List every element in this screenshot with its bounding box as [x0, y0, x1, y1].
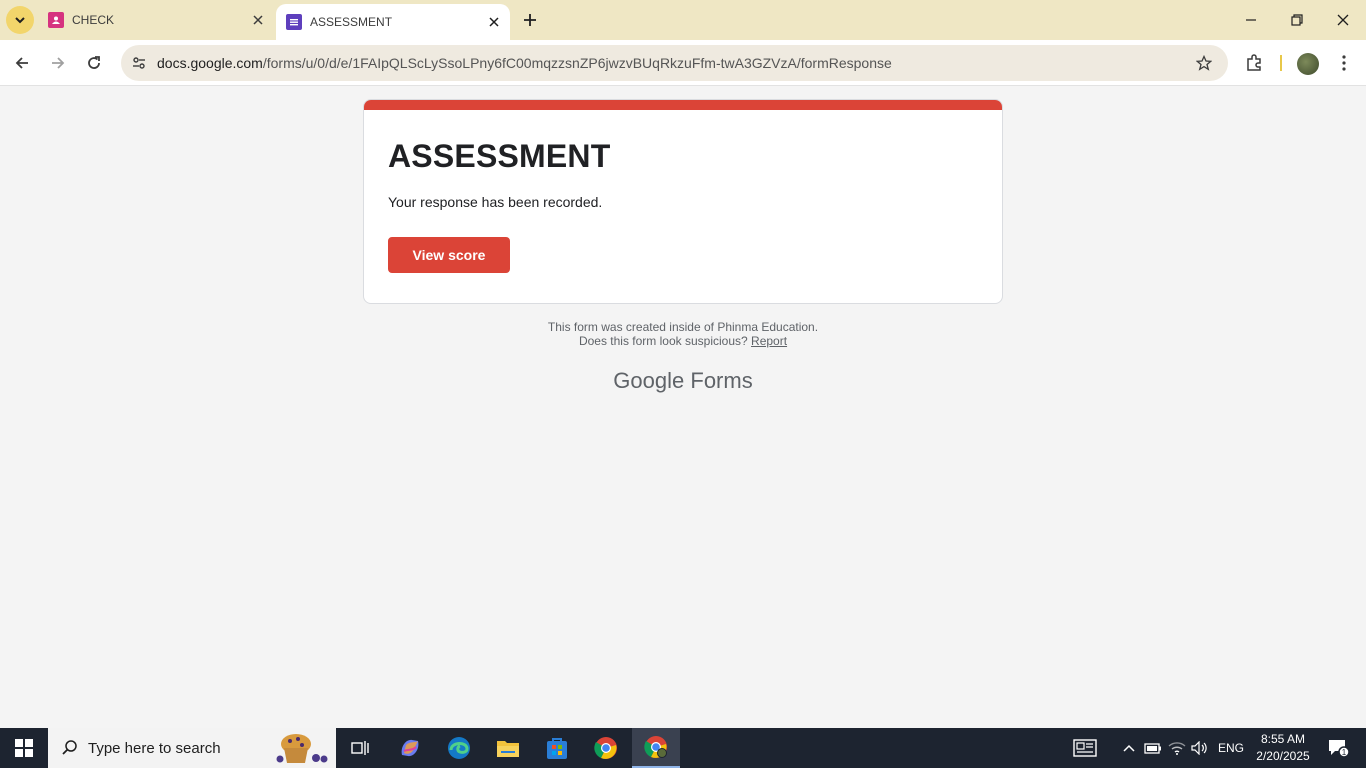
tab-title: ASSESSMENT [310, 15, 393, 29]
clock-date: 2/20/2025 [1256, 749, 1310, 763]
close-icon[interactable] [250, 12, 266, 28]
form-accent-bar [364, 100, 1002, 110]
chrome-icon [644, 736, 667, 758]
form-footer-note: This form was created inside of Phinma E… [363, 320, 1003, 348]
profile-avatar[interactable] [1297, 53, 1319, 75]
restore-button[interactable] [1274, 0, 1320, 40]
volume-button[interactable] [1189, 728, 1211, 768]
browser-menu-button[interactable] [1334, 51, 1354, 75]
start-button[interactable] [0, 728, 48, 768]
notification-center-button[interactable]: 1 [1320, 728, 1356, 768]
chrome-button[interactable] [582, 728, 630, 768]
minimize-icon [1246, 19, 1256, 21]
forms-favicon [286, 14, 302, 30]
extensions-icon [1247, 54, 1261, 71]
wifi-icon [1168, 742, 1186, 755]
chevron-down-icon [15, 17, 25, 24]
tab-check[interactable]: CHECK [38, 0, 274, 40]
url-path: /forms/u/0/d/e/1FAIpQLScLySsoLPny6fC00mq… [262, 55, 892, 71]
close-icon[interactable] [486, 14, 502, 30]
volume-icon [1191, 741, 1207, 755]
clock-time: 8:55 AM [1260, 732, 1306, 746]
suspicious-line: Does this form look suspicious? Report [363, 334, 1003, 348]
form-response-card: ASSESSMENT Your response has been record… [363, 99, 1003, 304]
created-inside-text: This form was created inside of Phinma E… [547, 320, 819, 334]
back-icon [15, 57, 28, 69]
microsoft-store-button[interactable] [533, 728, 581, 768]
url-text: docs.google.com/forms/u/0/d/e/1FAIpQLScL… [157, 55, 892, 71]
minimize-button[interactable] [1228, 0, 1274, 40]
taskbar-clock[interactable]: 8:55 AM 2/20/2025 [1250, 731, 1316, 765]
battery-icon [1144, 743, 1161, 754]
forward-button[interactable] [44, 49, 72, 77]
news-widget-button[interactable] [1068, 728, 1102, 768]
reload-button[interactable] [80, 49, 108, 77]
file-explorer-icon [497, 741, 519, 757]
address-bar[interactable]: docs.google.com/forms/u/0/d/e/1FAIpQLScL… [121, 45, 1228, 81]
task-view-icon [351, 741, 369, 755]
network-button[interactable] [1166, 728, 1188, 768]
close-window-button[interactable] [1320, 0, 1366, 40]
notification-icon: 1 [1329, 740, 1349, 758]
bookmark-star-icon[interactable] [1194, 53, 1214, 73]
kebab-menu-icon [1342, 55, 1346, 71]
site-info-icon[interactable] [129, 53, 149, 73]
close-icon [1337, 14, 1349, 26]
form-title: ASSESSMENT [388, 138, 611, 174]
store-icon [547, 738, 567, 759]
brand-google: Google [613, 368, 685, 393]
search-icon [60, 738, 80, 758]
battery-button[interactable] [1142, 728, 1164, 768]
language-indicator[interactable]: ENG [1214, 728, 1248, 768]
notification-count: 1 [1342, 748, 1347, 757]
confirmation-message: Your response has been recorded. [388, 194, 603, 210]
windows-start-icon [15, 739, 33, 757]
search-placeholder: Type here to search [88, 740, 221, 757]
chevron-up-icon [1123, 744, 1135, 752]
reload-icon [88, 56, 100, 69]
new-tab-icon [524, 14, 536, 26]
chrome-profile-button[interactable] [632, 728, 680, 768]
task-view-button[interactable] [336, 728, 384, 768]
edge-icon [448, 737, 470, 759]
contacts-favicon [48, 12, 64, 28]
copilot-button[interactable] [386, 728, 434, 768]
windows-taskbar: Type here to search ENG 8:55 AM 2/20/202… [0, 728, 1366, 768]
taskbar-search-box[interactable]: Type here to search [48, 728, 336, 768]
extensions-button[interactable] [1242, 51, 1266, 75]
url-host: docs.google.com [157, 55, 263, 71]
report-link[interactable]: Report [751, 334, 787, 348]
tab-search-button[interactable] [6, 6, 34, 34]
file-explorer-button[interactable] [484, 728, 532, 768]
browser-toolbar: docs.google.com/forms/u/0/d/e/1FAIpQLScL… [0, 40, 1366, 86]
google-forms-logo[interactable]: Google Forms [363, 368, 1003, 394]
restore-icon [1291, 14, 1303, 26]
news-icon [1073, 739, 1097, 757]
suspicious-text: Does this form look suspicious? [578, 334, 748, 348]
new-tab-button[interactable] [518, 8, 542, 32]
forward-icon [52, 57, 65, 69]
copilot-icon [401, 739, 419, 757]
show-hidden-icons-button[interactable] [1118, 728, 1140, 768]
view-score-button[interactable]: View score [388, 237, 510, 273]
tab-strip: CHECK ASSESSMENT [0, 0, 1366, 40]
search-highlight-muffin-icon [276, 734, 328, 763]
chrome-icon [594, 737, 617, 759]
brand-forms: Forms [690, 368, 753, 393]
tab-title: CHECK [72, 13, 115, 27]
back-button[interactable] [8, 49, 36, 77]
toolbar-divider [1280, 55, 1282, 71]
edge-button[interactable] [435, 728, 483, 768]
tab-assessment[interactable]: ASSESSMENT [276, 4, 510, 40]
